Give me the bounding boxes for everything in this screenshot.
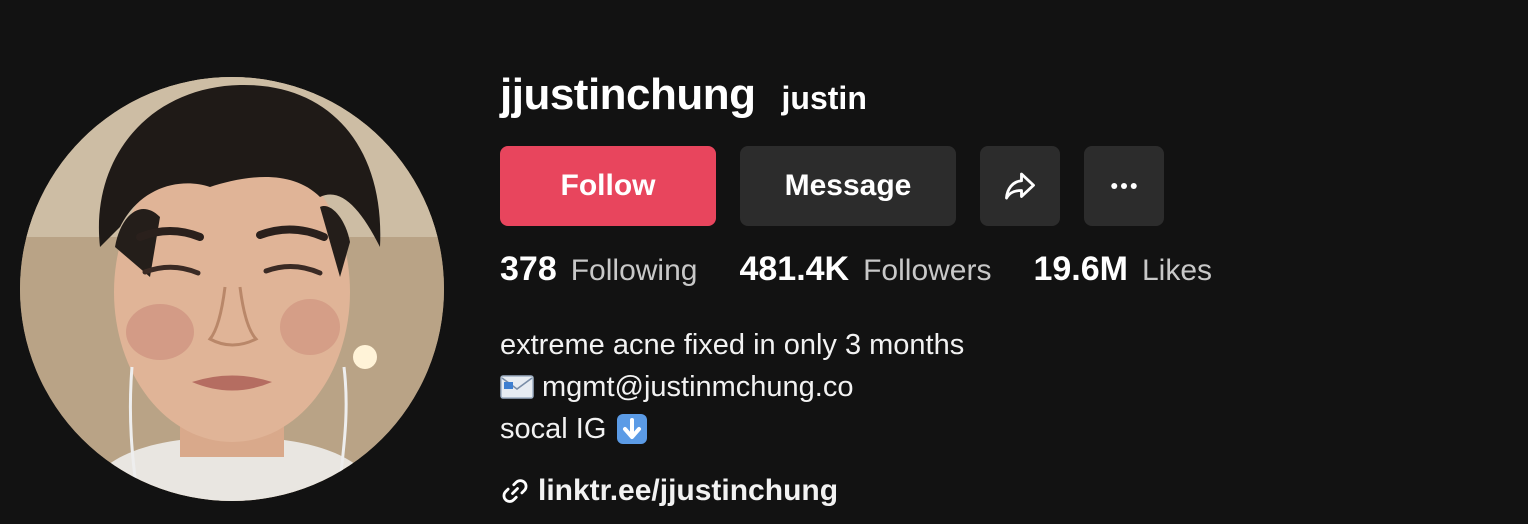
bio-line: socal IG [500, 408, 964, 450]
down-arrow-icon [616, 413, 648, 445]
bio-email: mgmt@justinmchung.co [542, 371, 854, 403]
share-button[interactable] [980, 146, 1060, 226]
following-count: 378 [500, 250, 557, 288]
more-dots-icon [1111, 183, 1137, 189]
more-button[interactable] [1084, 146, 1164, 226]
message-button-label: Message [784, 169, 912, 202]
profile-link[interactable]: linktr.ee/jjustinchung [500, 474, 838, 508]
bio-line: extreme acne fixed in only 3 months [500, 324, 964, 366]
stat-following[interactable]: 378 Following [500, 250, 697, 289]
profile-avatar[interactable] [20, 77, 444, 501]
envelope-icon [500, 374, 534, 400]
likes-label: Likes [1141, 254, 1213, 287]
likes-count: 19.6M [1033, 250, 1128, 288]
username: jjustinchung [500, 70, 756, 119]
bio-line: mgmt@justinmchung.co [500, 366, 964, 408]
follow-button[interactable]: Follow [500, 146, 716, 226]
share-arrow-icon [1005, 172, 1035, 200]
action-buttons: Follow Message [500, 146, 1164, 226]
profile-info: jjustinchung justin Follow Message 378 F… [500, 60, 1480, 507]
link-icon [500, 476, 530, 506]
follow-button-label: Follow [560, 169, 656, 202]
avatar-photo [20, 77, 444, 501]
name-row: jjustinchung justin [500, 60, 1480, 130]
stat-followers[interactable]: 481.4K Followers [739, 250, 991, 289]
nickname: justin [781, 80, 867, 116]
profile-stats: 378 Following 481.4K Followers 19.6M Lik… [500, 250, 1254, 289]
following-label: Following [570, 254, 698, 287]
stat-likes: 19.6M Likes [1033, 250, 1212, 289]
followers-count: 481.4K [739, 250, 850, 288]
profile-bio: extreme acne fixed in only 3 months mgmt… [500, 324, 964, 450]
message-button[interactable]: Message [740, 146, 956, 226]
followers-label: Followers [863, 254, 992, 287]
bio-line-3: socal IG [500, 413, 607, 445]
bio-line-1: extreme acne fixed in only 3 months [500, 329, 965, 361]
profile-link-text[interactable]: linktr.ee/jjustinchung [538, 474, 838, 508]
